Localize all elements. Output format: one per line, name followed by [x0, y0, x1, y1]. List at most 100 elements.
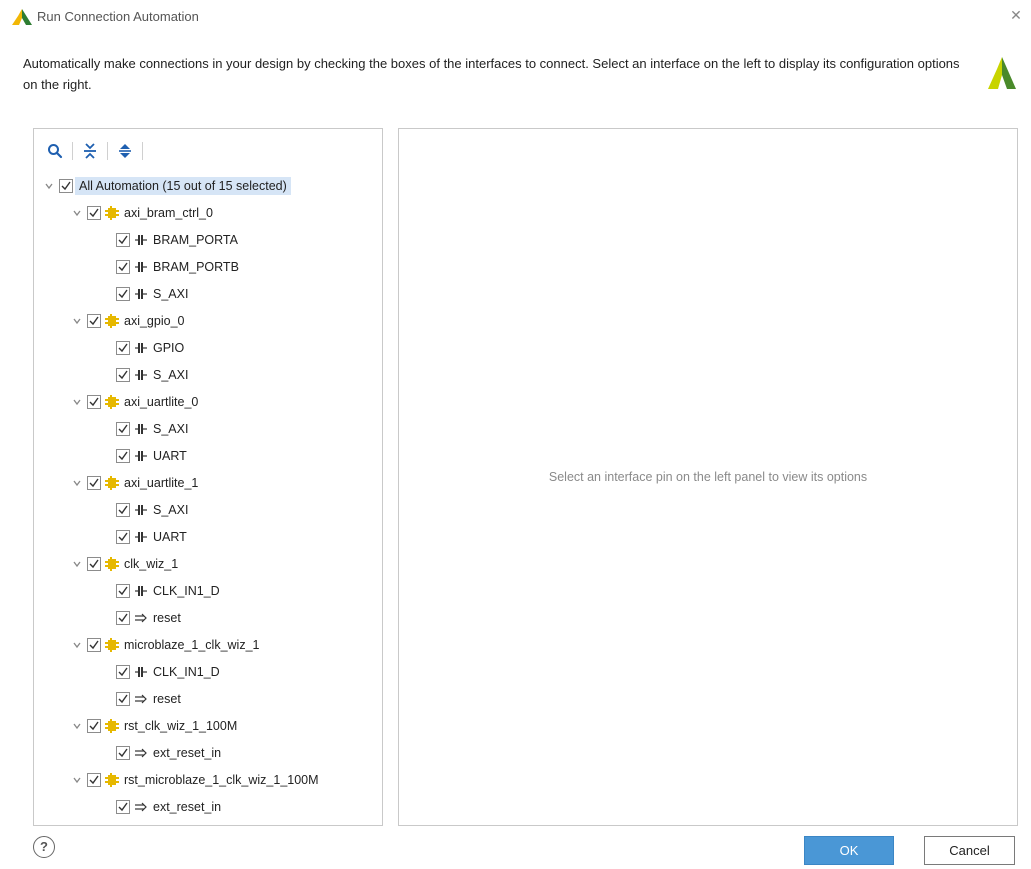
interface-label: ext_reset_in	[153, 745, 222, 760]
close-button[interactable]: ✕	[1007, 6, 1025, 24]
interface-label: S_AXI	[153, 367, 189, 382]
ip-block-icon	[105, 205, 119, 220]
expand-all-button[interactable]	[113, 139, 137, 163]
tree-interface-row[interactable]: S_AXI	[34, 496, 382, 523]
tree-interface-row[interactable]: reset	[34, 685, 382, 712]
interface-label: CLK_IN1_D	[153, 664, 220, 679]
cancel-button[interactable]: Cancel	[924, 836, 1015, 865]
toolbar-divider	[107, 142, 108, 160]
tree-ip-row[interactable]: axi_gpio_0	[34, 307, 382, 334]
chevron-down-icon[interactable]	[42, 179, 56, 193]
root-checkbox[interactable]	[59, 178, 73, 193]
interface-label: UART	[153, 448, 187, 463]
tree-ip-row[interactable]: rst_clk_wiz_1_100M	[34, 712, 382, 739]
tree-interface-row[interactable]: reset	[34, 604, 382, 631]
tree-interface-row[interactable]: BRAM_PORTB	[34, 253, 382, 280]
search-button[interactable]	[43, 139, 67, 163]
interface-checkbox[interactable]	[116, 259, 130, 274]
interface-checkbox[interactable]	[116, 286, 130, 301]
interface-checkbox[interactable]	[116, 691, 130, 706]
tree-ip-row[interactable]: microblaze_1_clk_wiz_1	[34, 631, 382, 658]
tree-ip-row[interactable]: axi_uartlite_0	[34, 388, 382, 415]
ip-checkbox[interactable]	[87, 637, 101, 652]
ip-checkbox[interactable]	[87, 394, 101, 409]
title-bar: Run Connection Automation ✕	[0, 0, 1031, 34]
interface-checkbox[interactable]	[116, 367, 130, 382]
interface-label: BRAM_PORTA	[153, 232, 238, 247]
interface-checkbox[interactable]	[116, 664, 130, 679]
tree-interface-row[interactable]: ext_reset_in	[34, 739, 382, 766]
automation-tree: All Automation (15 out of 15 selected) ax…	[34, 172, 382, 820]
ip-checkbox[interactable]	[87, 313, 101, 328]
tree-interface-row[interactable]: CLK_IN1_D	[34, 658, 382, 685]
interface-checkbox[interactable]	[116, 232, 130, 247]
chevron-down-icon[interactable]	[70, 638, 84, 652]
collapse-all-icon	[84, 143, 96, 159]
interface-checkbox[interactable]	[116, 799, 130, 814]
ip-label: rst_microblaze_1_clk_wiz_1_100M	[124, 772, 319, 787]
options-panel: Select an interface pin on the left pane…	[398, 128, 1018, 826]
ip-block-icon	[105, 556, 119, 571]
tree-ip-row[interactable]: clk_wiz_1	[34, 550, 382, 577]
interface-label: reset	[153, 691, 181, 706]
ip-label: clk_wiz_1	[124, 556, 179, 571]
interface-icon	[134, 368, 148, 382]
ip-block-icon	[105, 718, 119, 733]
interface-label: UART	[153, 529, 187, 544]
tree-ip-row[interactable]: axi_bram_ctrl_0	[34, 199, 382, 226]
chevron-down-icon[interactable]	[70, 719, 84, 733]
tree-interface-row[interactable]: UART	[34, 442, 382, 469]
tree-interface-row[interactable]: BRAM_PORTA	[34, 226, 382, 253]
ip-checkbox[interactable]	[87, 718, 101, 733]
interface-label: S_AXI	[153, 502, 189, 517]
collapse-all-button[interactable]	[78, 139, 102, 163]
chevron-down-icon[interactable]	[70, 557, 84, 571]
interface-label: S_AXI	[153, 421, 189, 436]
ip-checkbox[interactable]	[87, 556, 101, 571]
tree-interface-row[interactable]: UART	[34, 523, 382, 550]
pin-icon	[134, 746, 148, 760]
interface-checkbox[interactable]	[116, 745, 130, 760]
tree-root-row[interactable]: All Automation (15 out of 15 selected)	[34, 172, 382, 199]
ip-checkbox[interactable]	[87, 205, 101, 220]
ip-checkbox[interactable]	[87, 772, 101, 787]
tree-interface-row[interactable]: ext_reset_in	[34, 793, 382, 820]
help-button[interactable]: ?	[33, 836, 55, 858]
options-placeholder-text: Select an interface pin on the left pane…	[548, 470, 868, 484]
tree-ip-row[interactable]: axi_uartlite_1	[34, 469, 382, 496]
search-icon	[48, 144, 63, 159]
ok-button[interactable]: OK	[804, 836, 894, 865]
interface-checkbox[interactable]	[116, 421, 130, 436]
interface-label: GPIO	[153, 340, 185, 355]
tree-interface-row[interactable]: S_AXI	[34, 280, 382, 307]
interface-checkbox[interactable]	[116, 340, 130, 355]
interface-checkbox[interactable]	[116, 448, 130, 463]
tree-interface-row[interactable]: S_AXI	[34, 415, 382, 442]
chevron-down-icon[interactable]	[70, 206, 84, 220]
interface-label: reset	[153, 610, 181, 625]
ip-label: rst_clk_wiz_1_100M	[124, 718, 238, 733]
tree-interface-row[interactable]: CLK_IN1_D	[34, 577, 382, 604]
interface-icon	[134, 260, 148, 274]
ip-label: microblaze_1_clk_wiz_1	[124, 637, 260, 652]
interface-icon	[134, 665, 148, 679]
interface-icon	[134, 530, 148, 544]
interface-checkbox[interactable]	[116, 583, 130, 598]
ip-block-icon	[105, 313, 119, 328]
tree-toolbar	[43, 139, 148, 163]
ip-label: axi_gpio_0	[124, 313, 185, 328]
chevron-down-icon[interactable]	[70, 314, 84, 328]
interface-checkbox[interactable]	[116, 502, 130, 517]
tree-interface-row[interactable]: GPIO	[34, 334, 382, 361]
interface-checkbox[interactable]	[116, 610, 130, 625]
pin-icon	[134, 611, 148, 625]
ip-block-icon	[105, 637, 119, 652]
chevron-down-icon[interactable]	[70, 395, 84, 409]
ip-checkbox[interactable]	[87, 475, 101, 490]
interface-checkbox[interactable]	[116, 529, 130, 544]
tree-interface-row[interactable]: S_AXI	[34, 361, 382, 388]
chevron-down-icon[interactable]	[70, 773, 84, 787]
chevron-down-icon[interactable]	[70, 476, 84, 490]
interface-label: S_AXI	[153, 286, 189, 301]
tree-ip-row[interactable]: rst_microblaze_1_clk_wiz_1_100M	[34, 766, 382, 793]
